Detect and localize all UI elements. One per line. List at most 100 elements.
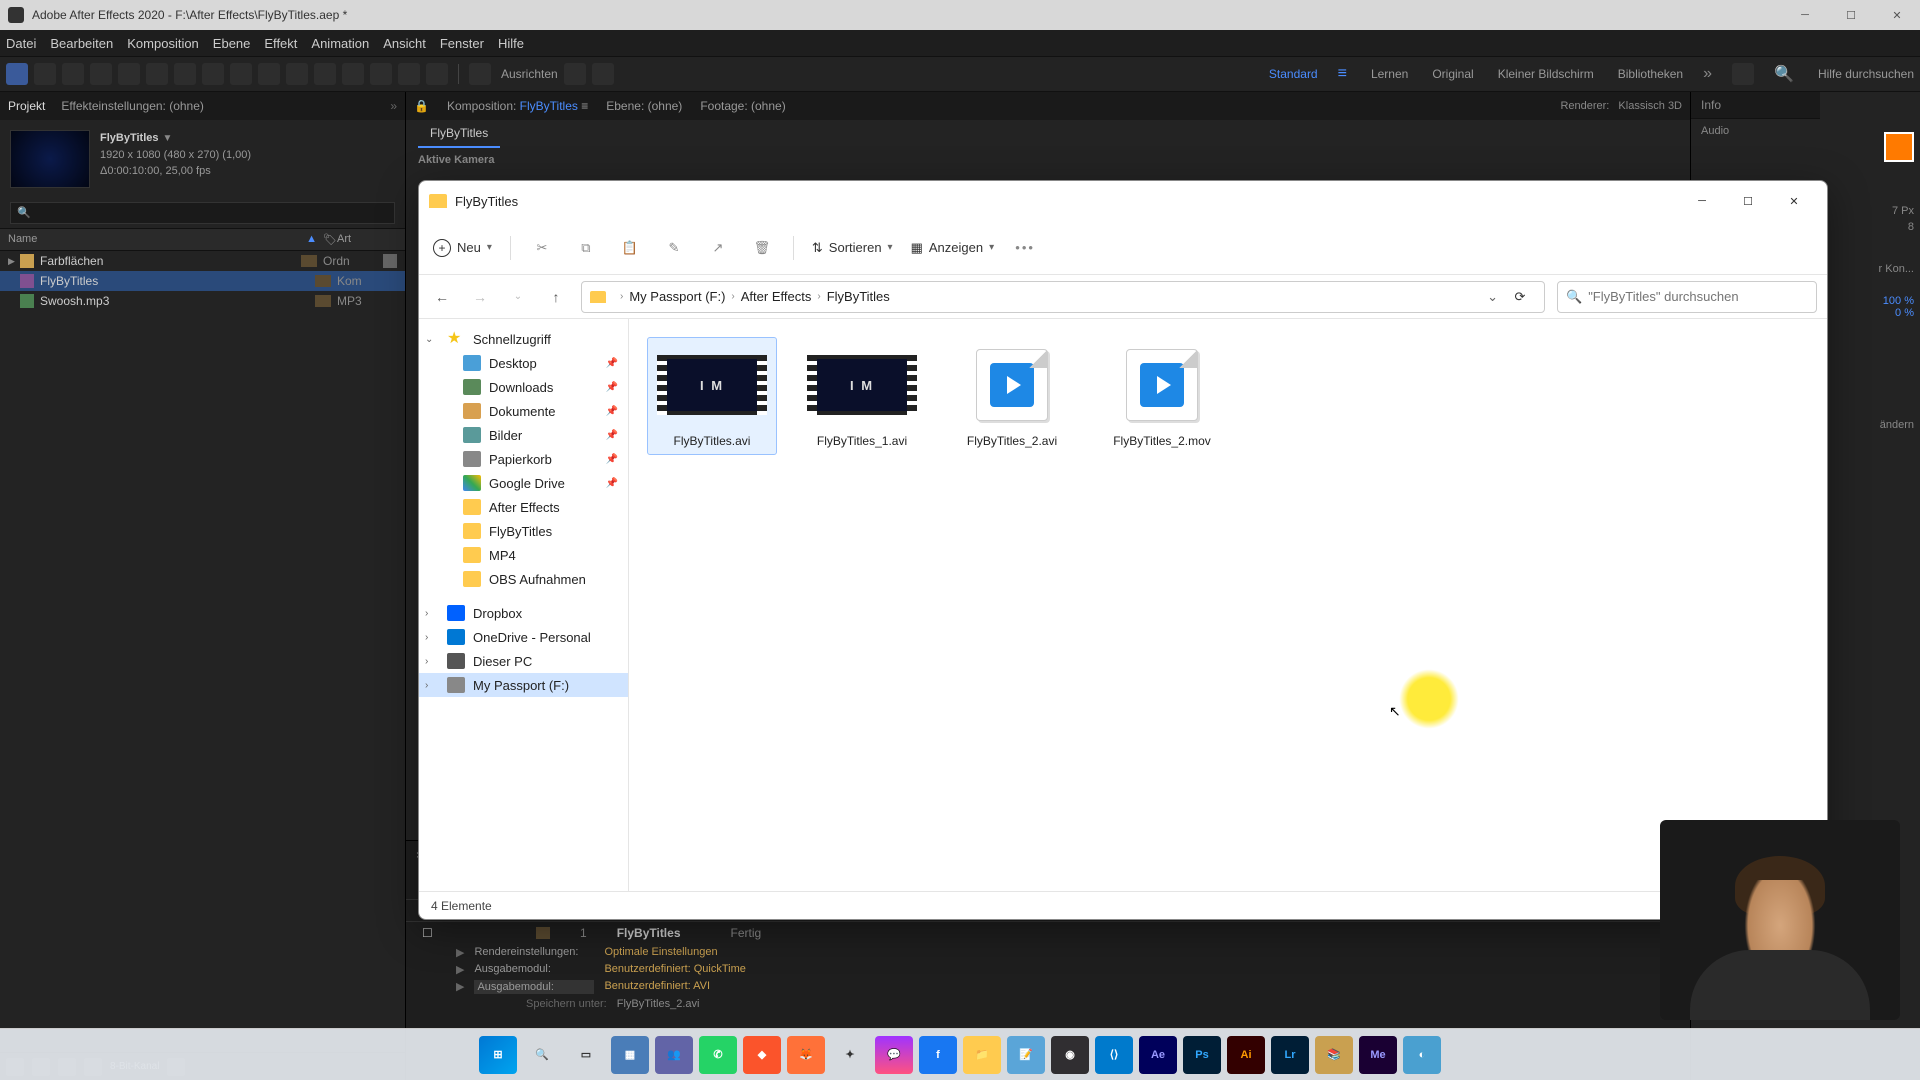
save-as-value[interactable]: FlyByTitles_2.avi [617, 998, 700, 1010]
render-item-row[interactable]: ☐ 1 FlyByTitles Fertig [406, 922, 1690, 944]
clone-tool-icon[interactable] [342, 63, 364, 85]
layer-viewer-tab[interactable]: Ebene: (ohne) [606, 99, 682, 113]
col-name[interactable]: Name [8, 233, 306, 246]
obs-icon[interactable]: ◉ [1051, 1036, 1089, 1074]
text-tool-icon[interactable] [286, 63, 308, 85]
menu-ebene[interactable]: Ebene [213, 36, 251, 51]
share-icon[interactable]: ↗ [705, 235, 731, 261]
orbit-tool-icon[interactable] [118, 63, 140, 85]
app-icon[interactable]: ✦ [831, 1036, 869, 1074]
menu-fenster[interactable]: Fenster [440, 36, 484, 51]
media-encoder-icon[interactable]: Me [1359, 1036, 1397, 1074]
messenger-icon[interactable]: 💬 [875, 1036, 913, 1074]
sidebar-gdrive[interactable]: Google Drive📌 [419, 471, 628, 495]
app2-icon[interactable]: 📚 [1315, 1036, 1353, 1074]
task-view-icon[interactable]: ▭ [567, 1036, 605, 1074]
workspace-menu-icon[interactable] [1732, 63, 1754, 85]
sidebar-flybytitles[interactable]: FlyByTitles [419, 519, 628, 543]
fx-tab[interactable]: Effekteinstellungen: (ohne) [61, 99, 204, 113]
sort-button[interactable]: ⇅ Sortieren ▾ [812, 240, 893, 256]
vscode-icon[interactable]: ⟨⟩ [1095, 1036, 1133, 1074]
sidebar-dropbox[interactable]: ›Dropbox [419, 601, 628, 625]
zoom-tool-icon[interactable] [90, 63, 112, 85]
file-item[interactable]: FlyByTitles_2.mov [1097, 337, 1227, 455]
rotate-tool-icon[interactable] [146, 63, 168, 85]
start-button[interactable]: ⊞ [479, 1036, 517, 1074]
paste-icon[interactable]: 📋 [617, 235, 643, 261]
menu-hilfe[interactable]: Hilfe [498, 36, 524, 51]
after-effects-icon[interactable]: Ae [1139, 1036, 1177, 1074]
project-item-audio[interactable]: Swoosh.mp3 MP3 [0, 291, 405, 311]
sidebar-onedrive[interactable]: ›OneDrive - Personal [419, 625, 628, 649]
menu-datei[interactable]: Datei [6, 36, 36, 51]
pan-tool-icon[interactable] [202, 63, 224, 85]
explorer-taskbar-icon[interactable]: 📁 [963, 1036, 1001, 1074]
nav-up-button[interactable]: ↑ [543, 284, 569, 310]
nav-forward-button[interactable]: → [467, 284, 493, 310]
lightroom-icon[interactable]: Lr [1271, 1036, 1309, 1074]
search-taskbar-icon[interactable]: 🔍 [523, 1036, 561, 1074]
addr-seg-drive[interactable]: My Passport (F:) [629, 289, 725, 304]
workspace-original[interactable]: Original [1432, 67, 1473, 81]
explorer-minimize-button[interactable]: ─ [1679, 181, 1725, 221]
sidebar-mp4[interactable]: MP4 [419, 543, 628, 567]
sidebar-pictures[interactable]: Bilder📌 [419, 423, 628, 447]
help-search[interactable]: Hilfe durchsuchen [1818, 67, 1914, 81]
workspace-bib[interactable]: Bibliotheken [1618, 67, 1683, 81]
snap-opt-icon[interactable] [564, 63, 586, 85]
rename-icon[interactable]: ✎ [661, 235, 687, 261]
explorer-close-button[interactable]: ✕ [1771, 181, 1817, 221]
menu-animation[interactable]: Animation [311, 36, 369, 51]
menu-ansicht[interactable]: Ansicht [383, 36, 426, 51]
menu-bearbeiten[interactable]: Bearbeiten [50, 36, 113, 51]
nav-back-button[interactable]: ← [429, 284, 455, 310]
sidebar-downloads[interactable]: Downloads📌 [419, 375, 628, 399]
pen-tool-icon[interactable] [258, 63, 280, 85]
col-art[interactable]: Art [337, 233, 397, 246]
illustrator-icon[interactable]: Ai [1227, 1036, 1265, 1074]
sidebar-quick-access[interactable]: ⌄★Schnellzugriff [419, 327, 628, 351]
explorer-content[interactable]: I M FlyByTitles.avi I M FlyByTitles_1.av… [629, 319, 1827, 891]
brave-icon[interactable]: ◆ [743, 1036, 781, 1074]
selection-tool-icon[interactable] [34, 63, 56, 85]
app3-icon[interactable]: ◐ [1403, 1036, 1441, 1074]
photoshop-icon[interactable]: Ps [1183, 1036, 1221, 1074]
sidebar-this-pc[interactable]: ›Dieser PC [419, 649, 628, 673]
project-item-comp[interactable]: FlyByTitles Kom [0, 271, 405, 291]
puppet-tool-icon[interactable] [426, 63, 448, 85]
project-search-input[interactable] [10, 202, 395, 224]
addr-seg-ae[interactable]: After Effects [741, 289, 812, 304]
footage-viewer-tab[interactable]: Footage: (ohne) [700, 99, 785, 113]
cut-icon[interactable]: ✂ [529, 235, 555, 261]
sidebar-trash[interactable]: Papierkorb📌 [419, 447, 628, 471]
addr-seg-folder[interactable]: FlyByTitles [827, 289, 890, 304]
project-item-folder[interactable]: ▶ Farbflächen Ordn [0, 251, 405, 271]
more-icon[interactable]: ••• [1012, 235, 1038, 261]
camera-tool-icon[interactable] [174, 63, 196, 85]
explorer-search-input[interactable] [1588, 289, 1808, 304]
address-bar[interactable]: › My Passport (F:) › After Effects › Fly… [581, 281, 1545, 313]
home-tool-icon[interactable] [6, 63, 28, 85]
sidebar-obs[interactable]: OBS Aufnahmen [419, 567, 628, 591]
eraser-tool-icon[interactable] [370, 63, 392, 85]
snap-opt2-icon[interactable] [592, 63, 614, 85]
refresh-icon[interactable]: ⟳ [1504, 289, 1536, 305]
ae-minimize-button[interactable]: ─ [1782, 0, 1828, 30]
comp-viewer-tab[interactable]: Komposition: FlyByTitles ≡ [447, 99, 588, 113]
facebook-icon[interactable]: f [919, 1036, 957, 1074]
firefox-icon[interactable]: 🦊 [787, 1036, 825, 1074]
copy-icon[interactable]: ⧉ [573, 235, 599, 261]
nav-recent-button[interactable]: ⌄ [505, 284, 531, 310]
notepad-icon[interactable]: 📝 [1007, 1036, 1045, 1074]
ae-close-button[interactable]: ✕ [1874, 0, 1920, 30]
ausrichten-label[interactable]: Ausrichten [501, 67, 558, 81]
whatsapp-icon[interactable]: ✆ [699, 1036, 737, 1074]
audio-panel-tab[interactable]: Audio [1691, 118, 1920, 143]
workspace-lernen[interactable]: Lernen [1371, 67, 1408, 81]
delete-icon[interactable]: 🗑 [749, 235, 775, 261]
info-panel-tab[interactable]: Info [1691, 92, 1920, 118]
renderer-value[interactable]: Klassisch 3D [1618, 100, 1682, 112]
addr-dropdown-icon[interactable]: ⌄ [1487, 289, 1498, 305]
menu-komposition[interactable]: Komposition [127, 36, 199, 51]
widgets-icon[interactable]: ▦ [611, 1036, 649, 1074]
